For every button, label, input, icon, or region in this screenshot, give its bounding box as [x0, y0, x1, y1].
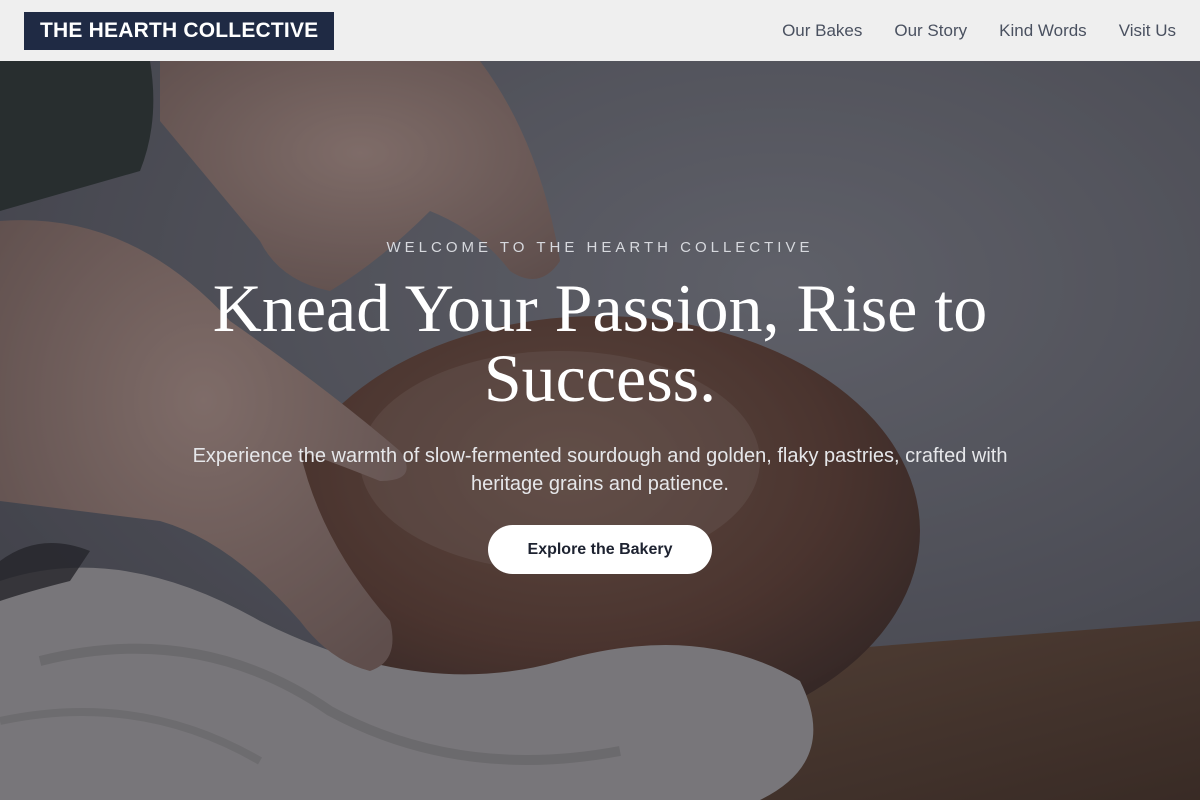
- nav-link-visit-us[interactable]: Visit Us: [1119, 21, 1176, 41]
- hero-content: WELCOME TO THE HEARTH COLLECTIVE Knead Y…: [0, 61, 1200, 800]
- hero-section: WELCOME TO THE HEARTH COLLECTIVE Knead Y…: [0, 61, 1200, 800]
- top-navbar: THE HEARTH COLLECTIVE Our Bakes Our Stor…: [0, 0, 1200, 61]
- explore-bakery-button[interactable]: Explore the Bakery: [488, 525, 712, 574]
- nav-link-kind-words[interactable]: Kind Words: [999, 21, 1087, 41]
- hero-subtext: Experience the warmth of slow-fermented …: [180, 442, 1020, 498]
- hero-headline: Knead Your Passion, Rise to Success.: [160, 273, 1040, 413]
- hero-subtext-line-2: heritage grains and patience.: [471, 473, 729, 495]
- nav-link-our-story[interactable]: Our Story: [894, 21, 967, 41]
- brand-logo[interactable]: THE HEARTH COLLECTIVE: [24, 11, 335, 50]
- hero-subtext-line-1: Experience the warmth of slow-fermented …: [192, 445, 1008, 467]
- nav-link-our-bakes[interactable]: Our Bakes: [782, 21, 862, 41]
- nav-links: Our Bakes Our Story Kind Words Visit Us: [782, 21, 1176, 41]
- hero-headline-line-2: Success.: [483, 340, 717, 416]
- hero-eyebrow: WELCOME TO THE HEARTH COLLECTIVE: [386, 239, 814, 256]
- hero-headline-line-1: Knead Your Passion, Rise to: [212, 270, 988, 346]
